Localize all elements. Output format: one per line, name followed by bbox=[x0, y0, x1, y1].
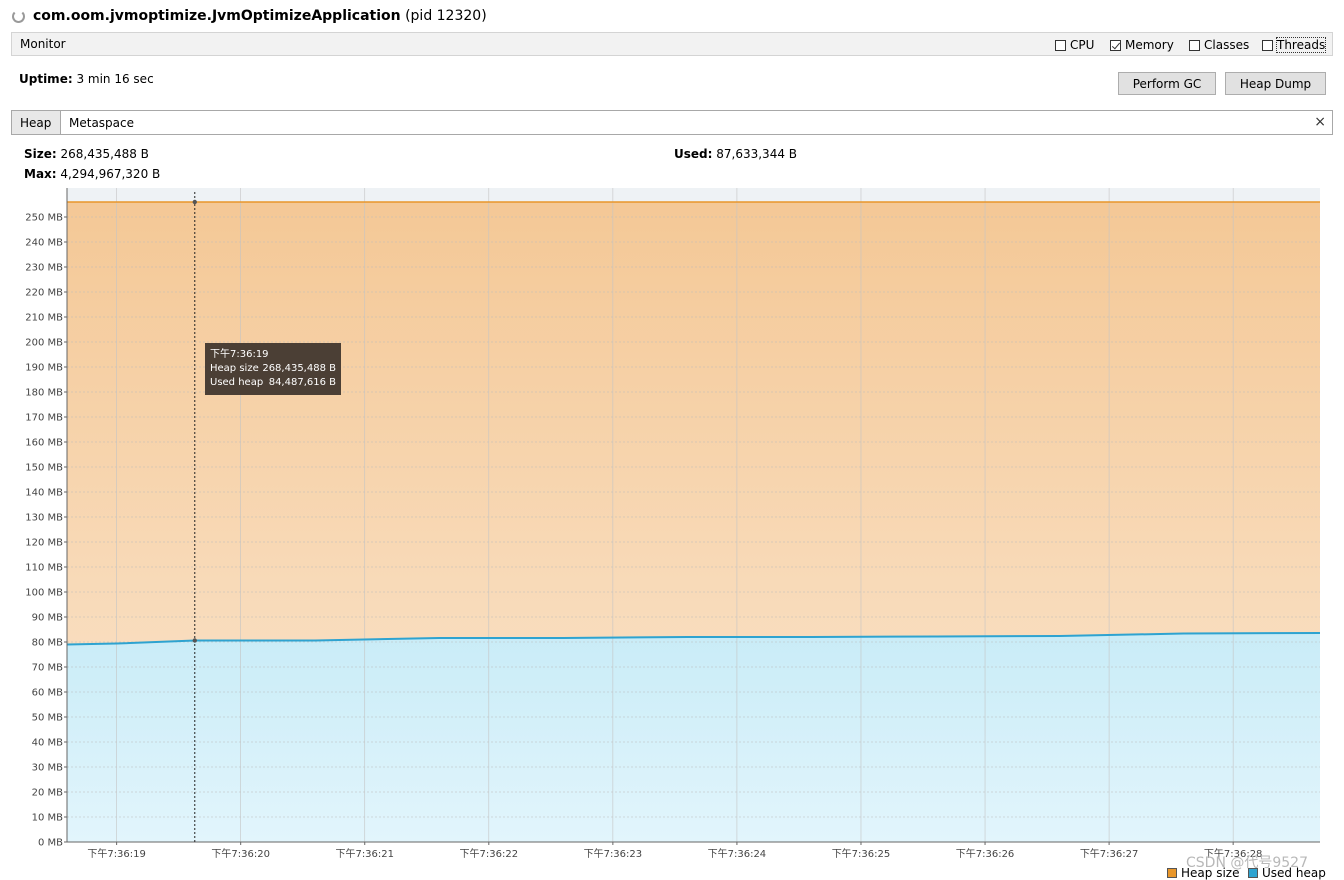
x-tick-label: 下午7:36:22 bbox=[460, 847, 519, 860]
y-tick-label: 110 MB bbox=[25, 563, 63, 574]
x-tick-label: 下午7:36:23 bbox=[584, 847, 643, 860]
heap-chart[interactable]: 0 MB 10 MB 20 MB 30 MB 40 MB 50 MB 60 MB 70 MB 8… bbox=[0, 186, 1344, 866]
app-name: com.oom.jvmoptimize.JvmOptimizeApplicati… bbox=[33, 8, 401, 24]
tooltip-heap-size-label: Heap size bbox=[210, 363, 259, 374]
tab-strip: Heap Metaspace × bbox=[11, 110, 1333, 135]
loading-icon bbox=[12, 10, 25, 23]
perform-gc-button[interactable]: Perform GC bbox=[1118, 72, 1216, 95]
tooltip-used-heap-row: Used heap 84,487,616 B bbox=[210, 376, 336, 390]
classes-checkbox-box[interactable] bbox=[1189, 39, 1200, 51]
size-value: 268,435,488 B bbox=[60, 147, 149, 161]
heap-max-stat: Max: 4,294,967,320 B bbox=[24, 167, 160, 181]
y-tick-label: 10 MB bbox=[32, 813, 64, 824]
memory-checkbox-box[interactable] bbox=[1110, 39, 1121, 51]
title-bar: com.oom.jvmoptimize.JvmOptimizeApplicati… bbox=[0, 0, 1344, 32]
cpu-checkbox[interactable]: CPU bbox=[1055, 37, 1094, 53]
close-icon[interactable]: × bbox=[1314, 114, 1326, 130]
x-tick-label: 下午7:36:27 bbox=[1080, 847, 1139, 860]
y-tick-label: 90 MB bbox=[32, 613, 64, 624]
y-tick-label: 200 MB bbox=[25, 338, 63, 349]
y-tick-label: 140 MB bbox=[25, 488, 63, 499]
tab-metaspace[interactable]: Metaspace bbox=[61, 111, 142, 134]
used-heap-area bbox=[67, 633, 1320, 842]
y-tick-label: 130 MB bbox=[25, 513, 63, 524]
max-label: Max: bbox=[24, 167, 57, 181]
app-title: com.oom.jvmoptimize.JvmOptimizeApplicati… bbox=[33, 8, 487, 24]
tab-heap[interactable]: Heap bbox=[12, 111, 61, 134]
y-tick-label: 100 MB bbox=[25, 588, 63, 599]
classes-checkbox[interactable]: Classes bbox=[1189, 37, 1249, 53]
y-tick-label: 40 MB bbox=[32, 738, 64, 749]
threads-checkbox-box[interactable] bbox=[1262, 39, 1273, 51]
x-tick-label: 下午7:36:20 bbox=[211, 847, 270, 860]
monitor-label: Monitor bbox=[20, 37, 66, 51]
heap-used-stat: Used: 87,633,344 B bbox=[674, 147, 797, 161]
y-tick-label: 20 MB bbox=[32, 788, 64, 799]
threads-checkbox-label: Threads bbox=[1275, 37, 1327, 53]
tooltip-heap-size-value: 268,435,488 B bbox=[262, 363, 336, 374]
uptime: Uptime: 3 min 16 sec bbox=[19, 72, 154, 86]
y-tick-label: 30 MB bbox=[32, 763, 64, 774]
legend-used-heap-label: Used heap bbox=[1262, 866, 1326, 880]
size-label: Size: bbox=[24, 147, 57, 161]
y-tick-label: 0 MB bbox=[38, 838, 63, 849]
y-tick-label: 160 MB bbox=[25, 438, 63, 449]
heap-dump-button[interactable]: Heap Dump bbox=[1225, 72, 1326, 95]
y-tick-label: 150 MB bbox=[25, 463, 63, 474]
y-tick-label: 70 MB bbox=[32, 663, 64, 674]
y-tick-label: 210 MB bbox=[25, 313, 63, 324]
y-tick-label: 50 MB bbox=[32, 713, 64, 724]
legend-heap-size-swatch bbox=[1167, 868, 1177, 878]
x-tick-label: 下午7:36:19 bbox=[87, 847, 146, 860]
y-tick-label: 220 MB bbox=[25, 288, 63, 299]
y-tick-label: 250 MB bbox=[25, 213, 63, 224]
y-tick-label: 60 MB bbox=[32, 688, 64, 699]
app-pid: (pid 12320) bbox=[405, 8, 487, 24]
legend-used-heap: Used heap bbox=[1248, 866, 1326, 880]
x-tick-label: 下午7:36:21 bbox=[335, 847, 394, 860]
legend-used-heap-swatch bbox=[1248, 868, 1258, 878]
chart-tooltip: 下午7:36:19 Heap size 268,435,488 B Used h… bbox=[205, 343, 341, 395]
heap-size-stat: Size: 268,435,488 B bbox=[24, 147, 149, 161]
cursor-heap-marker bbox=[192, 199, 197, 205]
classes-checkbox-label: Classes bbox=[1204, 38, 1250, 52]
legend-heap-size: Heap size bbox=[1167, 866, 1239, 880]
x-tick-label: 下午7:36:24 bbox=[708, 847, 767, 860]
uptime-label: Uptime: bbox=[19, 72, 73, 86]
y-tick-label: 80 MB bbox=[32, 638, 64, 649]
y-tick-label: 240 MB bbox=[25, 238, 63, 249]
used-value: 87,633,344 B bbox=[716, 147, 798, 161]
y-tick-label: 120 MB bbox=[25, 538, 63, 549]
tooltip-heap-size-row: Heap size 268,435,488 B bbox=[210, 362, 336, 376]
memory-checkbox[interactable]: Memory bbox=[1110, 37, 1174, 53]
memory-checkbox-label: Memory bbox=[1125, 38, 1174, 52]
cpu-checkbox-label: CPU bbox=[1070, 38, 1095, 52]
tooltip-time: 下午7:36:19 bbox=[210, 349, 269, 360]
max-value: 4,294,967,320 B bbox=[60, 167, 161, 181]
x-tick-label: 下午7:36:25 bbox=[832, 847, 891, 860]
y-tick-label: 180 MB bbox=[25, 388, 63, 399]
x-tick-label: 下午7:36:26 bbox=[956, 847, 1015, 860]
y-tick-label: 170 MB bbox=[25, 413, 63, 424]
tooltip-used-heap-label: Used heap bbox=[210, 377, 264, 388]
uptime-value: 3 min 16 sec bbox=[76, 72, 154, 86]
cpu-checkbox-box[interactable] bbox=[1055, 39, 1066, 51]
y-tick-label: 230 MB bbox=[25, 263, 63, 274]
used-label: Used: bbox=[674, 147, 713, 161]
y-tick-label: 190 MB bbox=[25, 363, 63, 374]
tooltip-used-heap-value: 84,487,616 B bbox=[268, 377, 336, 388]
legend-heap-size-label: Heap size bbox=[1181, 866, 1240, 880]
cursor-used-marker bbox=[192, 638, 197, 643]
threads-checkbox[interactable]: Threads bbox=[1262, 37, 1327, 53]
